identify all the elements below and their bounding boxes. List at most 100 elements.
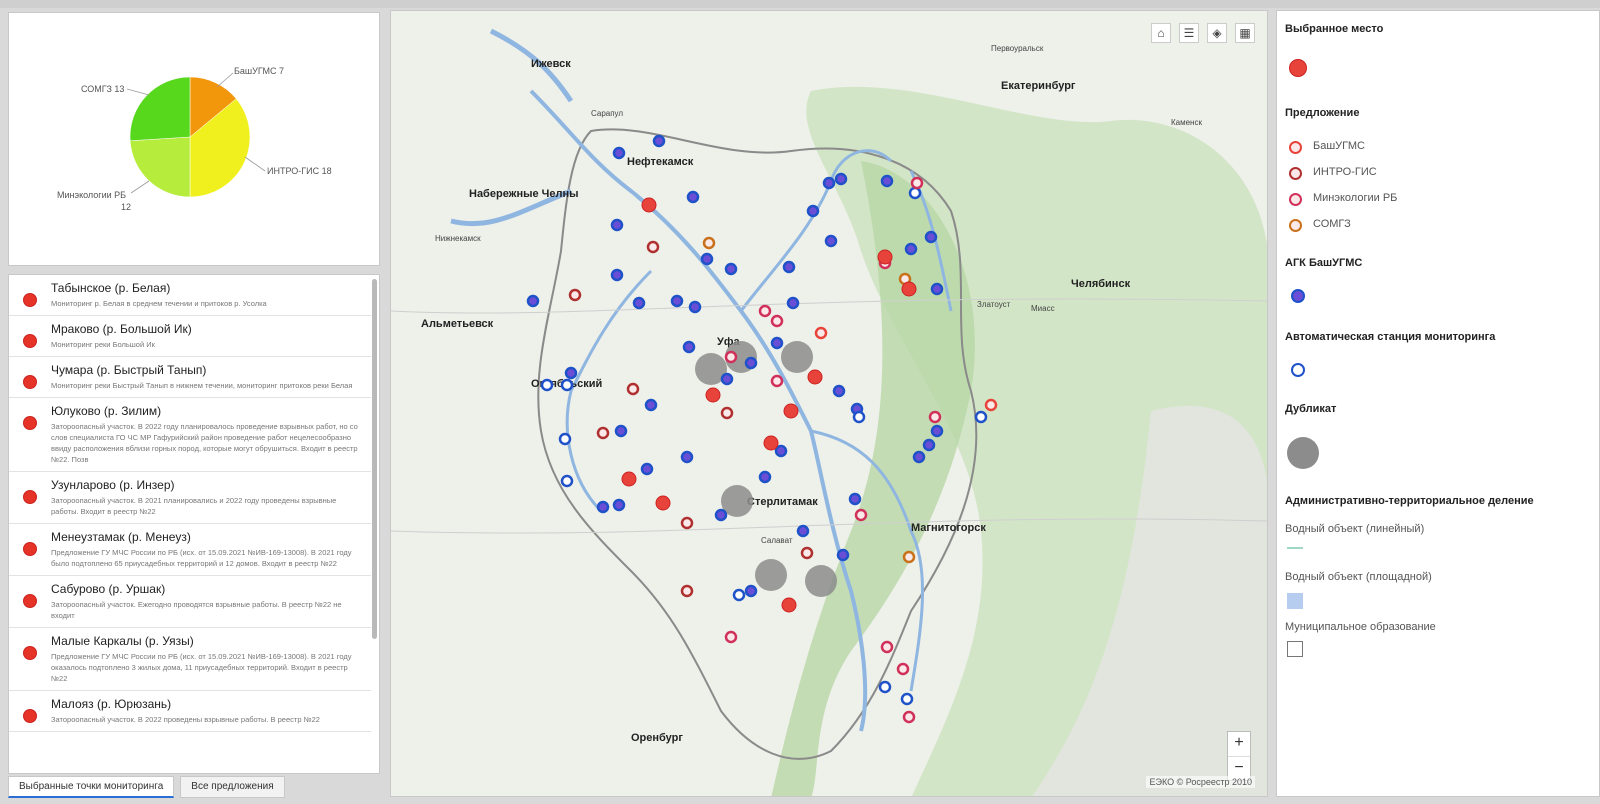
list-item[interactable]: Мраково (р. Большой Ик) Мониторинг реки Б… [9,316,371,357]
agk-marker[interactable] [610,268,624,282]
agk-marker[interactable] [904,242,918,256]
list-item[interactable]: Табынское (р. Белая) Мониторинг р. Белая … [9,275,371,316]
agk-marker[interactable] [526,294,540,308]
selected-marker[interactable] [781,597,797,613]
agk-marker[interactable] [670,294,684,308]
proposal-marker[interactable] [984,398,998,412]
agk-marker[interactable] [644,398,658,412]
agk-marker[interactable] [806,204,820,218]
duplicate-marker[interactable] [805,565,837,597]
auto-station-marker[interactable] [908,186,922,200]
agk-marker[interactable] [640,462,654,476]
proposal-marker[interactable] [928,410,942,424]
auto-station-marker[interactable] [900,692,914,706]
auto-station-marker[interactable] [974,410,988,424]
zoom-in-button[interactable]: + [1228,732,1250,756]
layers-icon[interactable]: ◈ [1207,23,1227,43]
proposal-marker[interactable] [800,546,814,560]
auto-station-marker[interactable] [852,410,866,424]
agk-marker[interactable] [782,260,796,274]
list-item[interactable]: Юлуково (р. Зилим) Заторoопасный участок.… [9,398,371,472]
proposal-marker[interactable] [902,550,916,564]
list-item[interactable]: Чумара (р. Быстрый Танып) Мониторинг реки… [9,357,371,398]
proposal-marker[interactable] [702,236,716,250]
selected-marker[interactable] [901,281,917,297]
agk-marker[interactable] [680,450,694,464]
selected-marker[interactable] [621,471,637,487]
selected-marker[interactable] [877,249,893,265]
agk-marker[interactable] [924,230,938,244]
auto-station-marker[interactable] [878,680,892,694]
agk-marker[interactable] [912,450,926,464]
agk-marker[interactable] [796,524,810,538]
proposal-marker[interactable] [724,630,738,644]
agk-marker[interactable] [834,172,848,186]
auto-station-marker[interactable] [732,588,746,602]
map-view[interactable]: Ижевск Сарапул Нефтекамск Набережные Чел… [390,10,1268,797]
agk-marker[interactable] [774,444,788,458]
agk-marker[interactable] [612,498,626,512]
agk-marker[interactable] [744,356,758,370]
agk-marker[interactable] [836,548,850,562]
scrollbar[interactable] [372,279,377,639]
agk-marker[interactable] [758,470,772,484]
proposal-marker[interactable] [596,426,610,440]
auto-station-marker[interactable] [540,378,554,392]
agk-marker[interactable] [724,262,738,276]
map-canvas[interactable]: Ижевск Сарапул Нефтекамск Набережные Чел… [391,11,1268,797]
pie-slice[interactable] [129,76,191,142]
agk-marker[interactable] [612,146,626,160]
selected-marker[interactable] [783,403,799,419]
agk-marker[interactable] [880,174,894,188]
duplicate-marker[interactable] [781,341,813,373]
tab-all-proposals[interactable]: Все предложения [180,776,285,798]
list-item[interactable]: Малояз (р. Юрюзань) Заторoопасный участок… [9,691,371,732]
agk-marker[interactable] [922,438,936,452]
proposal-marker[interactable] [568,288,582,302]
selected-marker[interactable] [763,435,779,451]
list-scroll[interactable]: Табынское (р. Белая) Мониторинг р. Белая … [9,275,371,773]
grid-icon[interactable]: ▦ [1235,23,1255,43]
agk-marker[interactable] [848,492,862,506]
agk-marker[interactable] [930,282,944,296]
agk-marker[interactable] [682,340,696,354]
proposal-marker[interactable] [902,710,916,724]
list-item[interactable]: Сабурово (р. Уршак) Заторoопасный участок… [9,576,371,628]
proposal-marker[interactable] [724,350,738,364]
auto-station-marker[interactable] [558,432,572,446]
selected-marker[interactable] [655,495,671,511]
agk-marker[interactable] [770,336,784,350]
proposal-marker[interactable] [626,382,640,396]
agk-marker[interactable] [822,176,836,190]
proposal-marker[interactable] [680,516,694,530]
proposal-marker[interactable] [910,176,924,190]
agk-marker[interactable] [714,508,728,522]
proposal-marker[interactable] [770,374,784,388]
agk-marker[interactable] [596,500,610,514]
agk-marker[interactable] [610,218,624,232]
auto-station-marker[interactable] [560,378,574,392]
tab-selected-points[interactable]: Выбранные точки мониторинга [8,776,175,798]
agk-marker[interactable] [824,234,838,248]
selected-marker[interactable] [641,197,657,213]
agk-marker[interactable] [632,296,646,310]
proposal-marker[interactable] [720,406,734,420]
list-item[interactable]: Малые Каркалы (р. Уязы) Предложение ГУ МЧ… [9,628,371,691]
proposal-marker[interactable] [814,326,828,340]
proposal-marker[interactable] [680,584,694,598]
agk-marker[interactable] [720,372,734,386]
proposal-marker[interactable] [896,662,910,676]
home-icon[interactable]: ⌂ [1151,23,1171,43]
duplicate-marker[interactable] [755,559,787,591]
agk-marker[interactable] [786,296,800,310]
agk-marker[interactable] [700,252,714,266]
agk-marker[interactable] [832,384,846,398]
list-item[interactable]: Узунларово (р. Инзер) Заторoопасный участ… [9,472,371,524]
selected-marker[interactable] [705,387,721,403]
agk-marker[interactable] [744,584,758,598]
list-item[interactable]: Менеузтамак (р. Менеуз) Предложение ГУ МЧ… [9,524,371,576]
agk-marker[interactable] [614,424,628,438]
list-icon[interactable]: ☰ [1179,23,1199,43]
agk-marker[interactable] [564,366,578,380]
proposal-marker[interactable] [646,240,660,254]
